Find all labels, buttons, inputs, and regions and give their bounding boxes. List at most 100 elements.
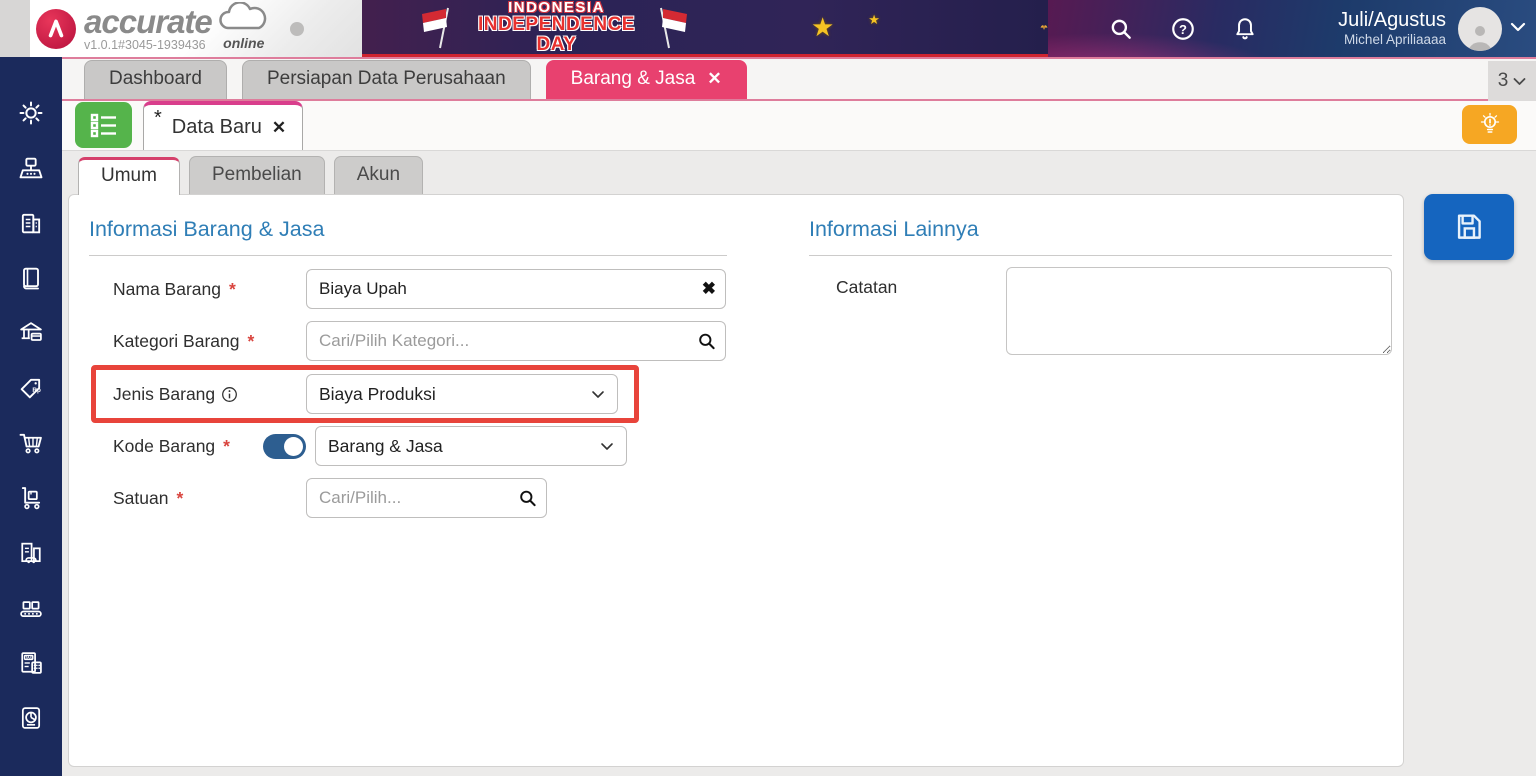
user-info[interactable]: Juli/Agustus Michel Apriliaaaa [1338, 9, 1446, 48]
close-doc-tab-icon[interactable]: ✕ [272, 118, 286, 138]
notifications-bell-icon[interactable] [1222, 6, 1268, 52]
form-sub-tabs: Umum Pembelian Akun [62, 151, 1536, 195]
form-card: Informasi Barang & Jasa Informasi Lainny… [68, 194, 1404, 767]
chevron-down-icon [592, 390, 604, 398]
book-icon [23, 267, 39, 289]
brand-name: accurate [84, 3, 213, 41]
sidebar-item-reports[interactable] [0, 690, 62, 745]
svg-text:TAX: TAX [25, 655, 32, 659]
tab-umum[interactable]: Umum [78, 157, 180, 195]
tab-persiapan-data-perusahaan[interactable]: Persiapan Data Perusahaan [241, 60, 531, 99]
user-menu-chevron-down-icon[interactable] [1510, 20, 1526, 38]
search-lookup-icon[interactable] [697, 332, 716, 351]
tab-pembelian[interactable]: Pembelian [188, 156, 325, 194]
app-window: accurate v1.0.1#3045-1939436 online INDO… [0, 0, 1536, 776]
sidebar-item-manufacture[interactable] [0, 580, 62, 635]
hand-truck-icon [21, 486, 41, 509]
satuan-input[interactable] [306, 478, 547, 518]
avatar[interactable] [1458, 6, 1502, 51]
chevron-down-icon [1513, 77, 1526, 85]
tab-overflow-dropdown[interactable]: 3 [1488, 61, 1536, 101]
sidebar-item-settings[interactable] [0, 85, 62, 140]
field-row-jenis-barang: Jenis Barang Biaya Produksi [113, 374, 618, 414]
save-button[interactable] [1424, 194, 1514, 260]
search-icon[interactable] [1098, 6, 1144, 52]
header-brand-area: accurate v1.0.1#3045-1939436 online [0, 0, 362, 57]
save-floppy-icon [1457, 214, 1481, 239]
section-title-right: Informasi Lainnya [809, 217, 979, 241]
tab-dashboard[interactable]: Dashboard [84, 60, 227, 99]
sidebar-item-inventory-trolley[interactable] [0, 470, 62, 525]
garuda-emblem-icon [1040, 25, 1048, 30]
work-area: Informasi Barang & Jasa Informasi Lainny… [62, 194, 1536, 776]
header-actions: ? Juli/Agustus Michel Apriliaaaa [1048, 0, 1536, 57]
satuan-label: Satuan * [113, 487, 184, 508]
unsaved-marker: * [154, 107, 162, 129]
jenis-barang-label: Jenis Barang [113, 384, 306, 405]
search-lookup-icon[interactable] [518, 489, 537, 508]
independence-day-banner: INDONESIA INDEPENDENCE DAY ★ ★ [362, 0, 1048, 57]
sidebar-item-purchases-cart[interactable] [0, 415, 62, 470]
sidebar-item-banking[interactable] [0, 305, 62, 360]
required-marker: * [228, 278, 236, 299]
sidebar-item-journal[interactable] [0, 250, 62, 305]
star-icon: ★ [810, 11, 835, 42]
list-icon [90, 113, 116, 137]
kategori-barang-label: Kategori Barang * [113, 330, 255, 351]
field-row-kategori-barang: Kategori Barang * [113, 321, 726, 361]
sidebar-item-company[interactable] [0, 195, 62, 250]
catatan-label: Catatan [836, 277, 898, 297]
sidebar-item-pricing-rp[interactable]: Rp [0, 360, 62, 415]
banner-text: INDONESIA INDEPENDENCE DAY [478, 0, 635, 54]
kode-barang-toggle[interactable] [263, 433, 306, 459]
main-content: Dashboard Persiapan Data Perusahaan Bara… [62, 57, 1536, 776]
bank-card-icon [20, 321, 42, 341]
field-row-nama-barang: Nama Barang* ✖ [113, 269, 726, 309]
price-tag-rp-icon: Rp [20, 378, 41, 398]
accurate-logo-icon [36, 8, 76, 49]
help-icon[interactable]: ? [1160, 6, 1206, 52]
doc-tab-data-baru[interactable]: * Data Baru ✕ [143, 101, 304, 150]
shopping-cart-icon [19, 433, 42, 453]
svg-text:Rp: Rp [32, 386, 41, 393]
field-row-kode-barang: Kode Barang * Barang & Jasa [113, 426, 627, 466]
kode-barang-label: Kode Barang * [113, 435, 230, 456]
user-period: Juli/Agustus [1338, 9, 1446, 32]
jenis-barang-select[interactable]: Biaya Produksi [306, 374, 618, 414]
section-divider [89, 255, 727, 256]
sidebar-item-sales-register[interactable] [0, 140, 62, 195]
required-marker: * [247, 330, 255, 351]
top-header: accurate v1.0.1#3045-1939436 online INDO… [0, 0, 1536, 57]
report-piechart-icon [21, 706, 41, 729]
tips-bulb-button[interactable] [1462, 105, 1517, 144]
tab-akun[interactable]: Akun [333, 156, 424, 194]
document-tab-row: * Data Baru ✕ [62, 101, 1536, 151]
sidebar-item-tax[interactable]: TAX [0, 635, 62, 690]
section-title-left: Informasi Barang & Jasa [89, 217, 325, 241]
nama-barang-label: Nama Barang * [113, 278, 236, 299]
gear-icon [19, 101, 43, 124]
lightbulb-icon [1480, 112, 1499, 133]
conveyor-boxes-icon [20, 600, 42, 617]
kategori-barang-input[interactable] [306, 321, 726, 361]
chevron-down-icon [601, 442, 613, 450]
nama-barang-input[interactable] [306, 269, 726, 309]
left-sidebar: Rp TAX [0, 57, 62, 776]
indonesia-flag-icon [660, 7, 687, 49]
star-icon: ★ [868, 12, 880, 27]
banner-line2: INDEPENDENCE DAY [478, 14, 635, 55]
indonesia-flag-icon [422, 7, 449, 49]
catatan-textarea[interactable] [1006, 267, 1392, 355]
kode-barang-select[interactable]: Barang & Jasa [315, 426, 627, 466]
record-list-button[interactable] [75, 101, 132, 148]
header-left-strip [0, 0, 30, 57]
tax-document-icon: TAX [21, 651, 42, 674]
clear-input-icon[interactable]: ✖ [702, 279, 716, 299]
info-icon[interactable] [221, 386, 238, 403]
tab-barang-jasa[interactable]: Barang & Jasa ✕ [545, 60, 747, 99]
toggle-knob [284, 436, 303, 456]
main-tab-bar: Dashboard Persiapan Data Perusahaan Bara… [62, 57, 1536, 101]
building-car-icon [21, 542, 41, 563]
close-tab-icon[interactable]: ✕ [707, 69, 721, 89]
sidebar-item-fixed-asset[interactable] [0, 525, 62, 580]
